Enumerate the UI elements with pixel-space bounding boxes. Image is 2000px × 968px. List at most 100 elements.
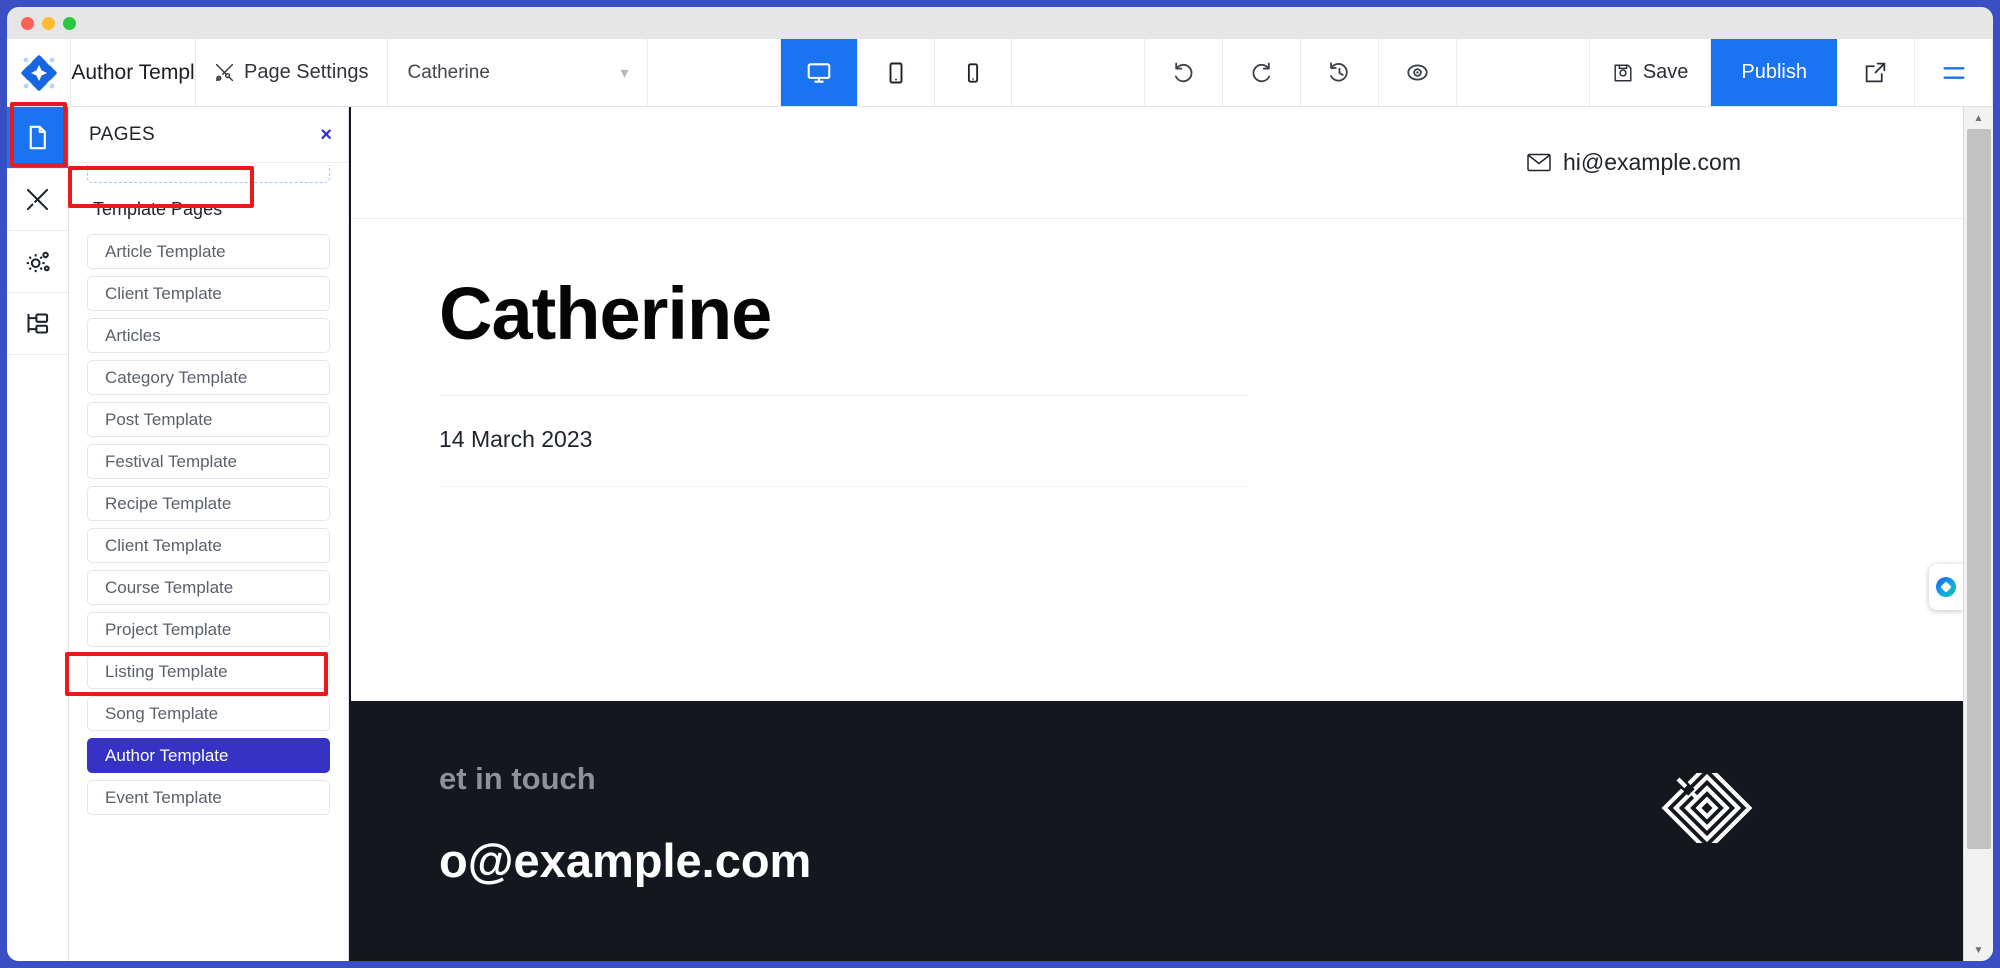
page-list-item[interactable]: Recipe Template (87, 486, 330, 521)
maximize-window-button[interactable] (63, 16, 76, 30)
page-list-item-label: Post Template (105, 409, 213, 429)
scroll-up-button[interactable]: ▲ (1964, 107, 1993, 129)
page-list-item[interactable]: Client Template (87, 276, 330, 311)
page-list-item[interactable]: Post Template (87, 402, 330, 437)
pages-panel-title: PAGES (89, 123, 156, 145)
device-desktop-button[interactable] (780, 39, 858, 106)
undo-icon (1174, 62, 1193, 83)
page-list-item[interactable]: Project Template (87, 612, 330, 647)
page-item-list: Article Template Client Template Articles C… (87, 234, 330, 815)
page-list-item-label: Category Template (105, 367, 248, 387)
redo-button[interactable] (1223, 39, 1301, 106)
page-list-item[interactable]: Song Template (87, 696, 330, 731)
device-tablet-button[interactable] (858, 39, 935, 106)
desktop-icon (807, 62, 830, 83)
scrollbar-thumb[interactable] (1967, 129, 1991, 849)
close-window-button[interactable] (21, 16, 34, 30)
save-button[interactable]: Save (1590, 39, 1712, 106)
sidebar-rail-filler (7, 355, 68, 961)
app-title: Author Templ (71, 39, 196, 106)
tablet-icon (889, 62, 903, 83)
save-label: Save (1642, 61, 1689, 83)
design-tools-icon (26, 188, 49, 211)
history-button[interactable] (1301, 39, 1379, 106)
site-header-email-text: hi@example.com (1562, 149, 1741, 175)
envelope-icon (1527, 153, 1551, 172)
chat-widget-icon (1936, 577, 1956, 597)
tools-icon (215, 63, 234, 82)
toolbar-spacer-middle (1012, 39, 1145, 106)
page-list-item-label: Client Template (105, 535, 222, 555)
history-icon (1329, 62, 1348, 82)
pages-list-scroll[interactable]: Template Pages Article Template Client Te… (69, 163, 348, 961)
scroll-down-button[interactable]: ▼ (1964, 939, 1993, 961)
page-selector-value: Catherine (407, 61, 490, 83)
undo-button[interactable] (1145, 39, 1223, 106)
footer-logo (1661, 762, 1753, 854)
mobile-icon (967, 62, 978, 83)
preview-hero: Catherine 14 March 2023 (351, 219, 1963, 701)
device-mobile-button[interactable] (935, 39, 1012, 106)
sidebar-item-structure[interactable] (7, 293, 68, 355)
close-panel-button[interactable]: × (320, 125, 332, 145)
canvas-scrollbar[interactable]: ▲ ▼ (1963, 107, 1993, 961)
page-list-item[interactable]: Event Template (87, 780, 330, 815)
gear-icon (26, 251, 50, 272)
page-list-item-label: Article Template (105, 241, 226, 261)
page-settings-button[interactable]: Page Settings (196, 39, 388, 106)
template-pages-heading: Template Pages (93, 199, 223, 219)
pages-panel-header: PAGES × (69, 107, 348, 163)
toolbar-spacer-left (648, 39, 781, 106)
open-external-button[interactable] (1837, 39, 1916, 106)
pages-panel: PAGES × Template Pages Article Template C… (69, 107, 349, 961)
top-toolbar: Author Templ Page Settings Catherine ▾ S… (7, 39, 1993, 107)
page-list-item-label: Recipe Template (105, 493, 232, 513)
sidebar-item-settings[interactable] (7, 231, 68, 293)
page-list-item-label: Project Template (105, 619, 232, 639)
preview-canvas: hi@example.com Catherine 14 March 2023 e… (349, 107, 1963, 961)
sidebar-item-design[interactable] (7, 169, 68, 231)
page-list-item-label: Listing Template (105, 661, 228, 681)
page-list-item[interactable]: Article Template (87, 234, 330, 269)
brand-logo-icon (20, 54, 57, 91)
page-selector[interactable]: Catherine ▾ (388, 39, 648, 106)
menu-button[interactable] (1915, 39, 1993, 106)
page-list-item-label: Client Template (105, 283, 222, 303)
preview-button[interactable] (1379, 39, 1457, 106)
page-list-item[interactable]: Client Template (87, 528, 330, 563)
publish-button[interactable]: Publish (1711, 39, 1838, 106)
maze-logo-icon (1661, 762, 1753, 854)
page-list-item-label: Event Template (105, 787, 222, 807)
hamburger-icon (1942, 66, 1965, 79)
page-list-item[interactable]: Festival Template (87, 444, 330, 479)
chat-widget-button[interactable] (1929, 564, 1963, 610)
hero-date: 14 March 2023 (439, 426, 593, 452)
site-header-email[interactable]: hi@example.com (1527, 149, 1741, 176)
page-list-item-label: Song Template (105, 703, 219, 723)
editor-body: PAGES × Template Pages Article Template C… (7, 107, 1993, 961)
page-icon (29, 125, 46, 150)
save-disk-icon (1614, 63, 1632, 82)
left-icon-rail (7, 107, 69, 961)
page-list-item-label: Course Template (105, 577, 234, 597)
page-list-item[interactable]: Listing Template (87, 654, 330, 689)
toolbar-spacer-right (1457, 39, 1590, 106)
minimize-window-button[interactable] (42, 16, 55, 30)
page-list-item[interactable]: Articles (87, 318, 330, 353)
preview-site-header: hi@example.com (351, 107, 1963, 219)
partial-page-item-above (87, 165, 330, 183)
brand-logo[interactable] (7, 39, 71, 106)
page-list-item[interactable]: Course Template (87, 570, 330, 605)
publish-label: Publish (1741, 61, 1808, 83)
preview-footer: et in touch o@example.com (351, 701, 1963, 961)
structure-tree-icon (27, 313, 49, 334)
page-list-item[interactable]: Category Template (87, 360, 330, 395)
page-list-item-label: Festival Template (105, 451, 237, 471)
hero-title: Catherine (439, 272, 772, 355)
page-list-item-label: Author Template (105, 745, 229, 765)
sidebar-item-pages[interactable] (7, 107, 68, 169)
page-list-item-label: Articles (105, 325, 161, 345)
page-list-item[interactable]: Author Template (87, 738, 330, 773)
scrollbar-track[interactable] (1964, 129, 1993, 939)
chevron-down-icon: ▾ (620, 64, 629, 82)
